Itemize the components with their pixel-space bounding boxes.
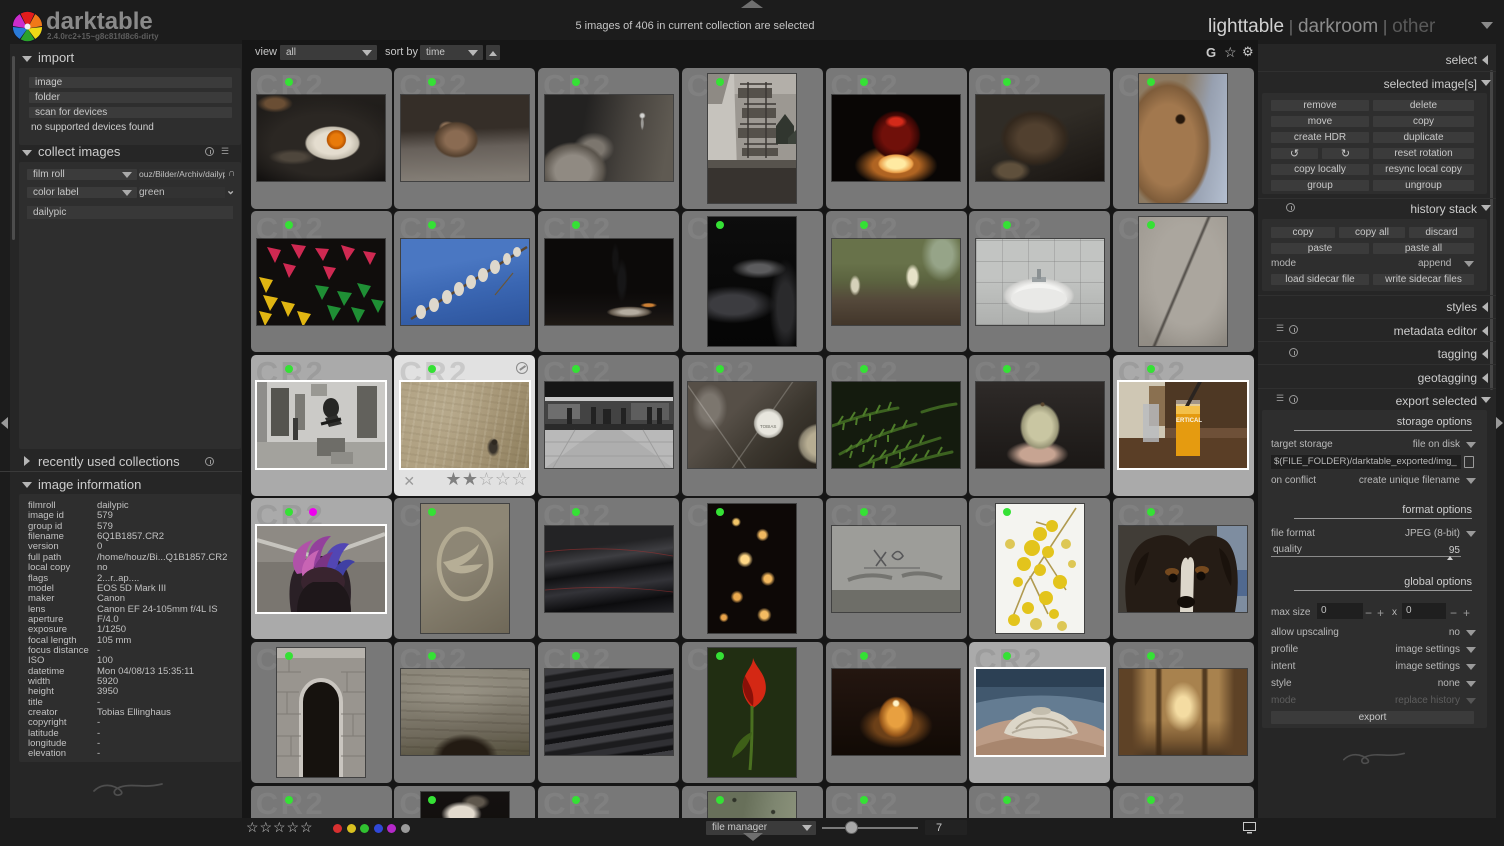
svg-text:TOBIAS: TOBIAS: [760, 424, 776, 429]
svg-text:ERTICAL: ERTICAL: [1176, 418, 1202, 424]
